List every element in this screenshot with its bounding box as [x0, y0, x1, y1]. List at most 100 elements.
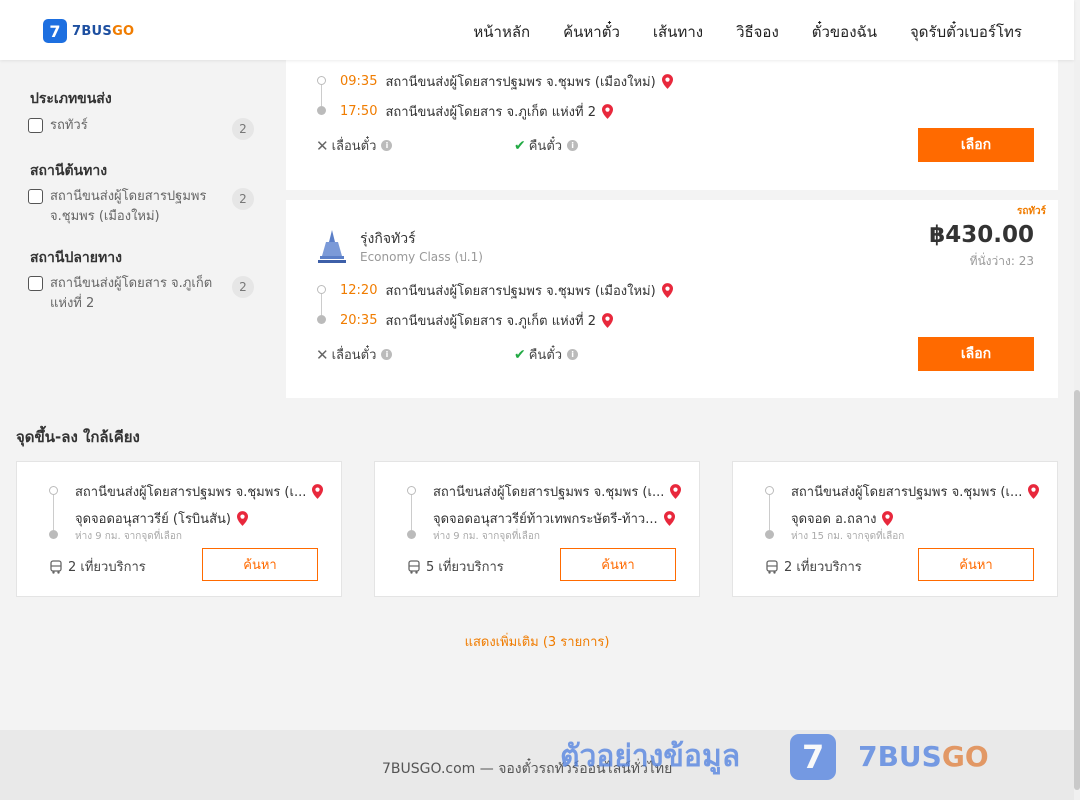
- map-pin-icon[interactable]: [882, 511, 894, 526]
- arrival-station: สถานีขนส่งผู้โดยสาร จ.ภูเก็ต แห่งที่ 2: [385, 105, 597, 120]
- timeline-end-dot: [765, 530, 774, 539]
- info-icon[interactable]: i: [381, 349, 393, 360]
- select-trip-button[interactable]: เลือก: [918, 128, 1034, 162]
- reschedule-policy: ✕ เลื่อนตั๋ว i: [316, 344, 393, 365]
- timeline-end-dot: [407, 530, 416, 539]
- checkbox[interactable]: [28, 276, 43, 291]
- arrival-time: 20:35: [340, 313, 378, 328]
- checkbox[interactable]: [28, 118, 43, 133]
- reschedule-label: เลื่อนตั๋ว: [331, 139, 377, 154]
- sample-watermark: ตัวอย่างข้อมูล 7 7BUSGO: [560, 733, 989, 780]
- map-pin-icon[interactable]: [312, 484, 324, 499]
- cross-icon: ✕: [316, 136, 329, 155]
- nav-my-tickets[interactable]: ตั๋วของฉัน: [812, 20, 877, 44]
- map-pin-icon[interactable]: [661, 74, 673, 89]
- nearby-to-row: จุดจอด อ.ถลาง: [791, 508, 894, 529]
- nearby-to-row: จุดจอดอนุสาวรีย์ (โรบินสัน): [75, 508, 248, 529]
- operator-name: รุ่งกิจทัวร์: [360, 231, 416, 247]
- nearby-to-station: จุดจอด อ.ถลาง: [791, 512, 877, 527]
- select-trip-button[interactable]: เลือก: [918, 337, 1034, 371]
- nearby-from-station: สถานีขนส่งผู้โดยสารปฐมพร จ.ชุมพร (เ...: [791, 485, 1023, 500]
- nearby-stop-card: สถานีขนส่งผู้โดยสารปฐมพร จ.ชุมพร (เ... จ…: [374, 461, 700, 597]
- main-nav: หน้าหลัก ค้นหาตั๋ว เส้นทาง วิธีจอง ตั๋วข…: [473, 20, 1022, 44]
- top-header: 7 7BUSGO หน้าหลัก ค้นหาตั๋ว เส้นทาง วิธี…: [0, 0, 1074, 60]
- map-pin-icon[interactable]: [663, 511, 675, 526]
- info-icon[interactable]: i: [567, 349, 579, 360]
- refund-label: คืนตั๋ว: [528, 348, 563, 363]
- map-pin-icon[interactable]: [602, 104, 614, 119]
- nearby-distance: ห่าง 15 กม. จากจุดที่เลือก: [791, 531, 905, 542]
- nearby-search-button[interactable]: ค้นหา: [560, 548, 676, 581]
- timeline-line: [53, 495, 54, 530]
- nav-search-ticket[interactable]: ค้นหาตั๋ว: [563, 20, 620, 44]
- departure-station: สถานีขนส่งผู้โดยสารปฐมพร จ.ชุมพร (เมืองใ…: [385, 284, 656, 299]
- nearby-stop-card: สถานีขนส่งผู้โดยสารปฐมพร จ.ชุมพร (เ... จ…: [16, 461, 342, 597]
- timeline-start-dot: [317, 285, 326, 294]
- arrival-time: 17:50: [340, 104, 378, 119]
- nav-ticket-pickup-phone[interactable]: จุดรับตั๋วเบอร์โทร: [910, 20, 1022, 44]
- filter-option-bus-type[interactable]: รถทัวร์ 2: [28, 116, 258, 140]
- timeline-line: [411, 495, 412, 530]
- nearby-trip-count: 2 เที่ยวบริการ: [765, 556, 862, 577]
- filter-title-destination: สถานีปลายทาง: [30, 250, 122, 266]
- page-scrollbar[interactable]: [1074, 60, 1080, 800]
- nav-how-to-book[interactable]: วิธีจอง: [736, 20, 779, 44]
- nearby-from-station: สถานีขนส่งผู้โดยสารปฐมพร จ.ชุมพร (เ...: [75, 485, 307, 500]
- arrival-row: 17:50 สถานีขนส่งผู้โดยสาร จ.ภูเก็ต แห่งท…: [340, 101, 614, 122]
- scroll-thumb[interactable]: [1074, 390, 1080, 790]
- filter-title-origin: สถานีต้นทาง: [30, 163, 108, 179]
- operator-logo-icon: [318, 230, 346, 263]
- trip-count-label: 2 เที่ยวบริการ: [784, 560, 862, 575]
- departure-time: 09:35: [340, 74, 378, 89]
- map-pin-icon[interactable]: [1028, 484, 1040, 499]
- nav-routes[interactable]: เส้นทาง: [653, 20, 703, 44]
- timeline-start-dot: [49, 486, 58, 495]
- timeline-end-dot: [317, 106, 326, 115]
- map-pin-icon[interactable]: [670, 484, 682, 499]
- nearby-distance: ห่าง 9 กม. จากจุดที่เลือก: [75, 531, 182, 542]
- nearby-from-row: สถานีขนส่งผู้โดยสารปฐมพร จ.ชุมพร (เ...: [791, 481, 1040, 502]
- bus-icon: [408, 559, 420, 574]
- nearby-search-button[interactable]: ค้นหา: [202, 548, 318, 581]
- timeline-line: [769, 495, 770, 530]
- map-pin-icon[interactable]: [661, 283, 673, 298]
- filter-option-label: สถานีขนส่งผู้โดยสาร จ.ภูเก็ต แห่งที่ 2: [50, 276, 213, 311]
- info-icon[interactable]: i: [381, 140, 393, 151]
- reschedule-policy: ✕ เลื่อนตั๋ว i: [316, 135, 393, 156]
- cross-icon: ✕: [316, 345, 329, 364]
- site-logo[interactable]: 7 7BUSGO: [43, 19, 134, 43]
- timeline-start-dot: [765, 486, 774, 495]
- refund-policy: ✔ คืนตั๋ว i: [514, 344, 579, 365]
- departure-row: 09:35 สถานีขนส่งผู้โดยสารปฐมพร จ.ชุมพร (…: [340, 71, 673, 92]
- timeline-line: [321, 294, 322, 315]
- refund-policy: ✔ คืนตั๋ว i: [514, 135, 579, 156]
- timeline-end-dot: [49, 530, 58, 539]
- checkbox[interactable]: [28, 189, 43, 204]
- filter-option-origin[interactable]: สถานีขนส่งผู้โดยสารปฐมพร จ.ชุมพร (เมืองใ…: [28, 187, 258, 229]
- timeline-start-dot: [317, 76, 326, 85]
- seats-available: ที่นั่งว่าง: 23: [969, 254, 1034, 268]
- nav-home[interactable]: หน้าหลัก: [473, 20, 530, 44]
- info-icon[interactable]: i: [567, 140, 579, 151]
- bus-type-tag: รถทัวร์: [1016, 206, 1046, 217]
- filter-count-badge: 2: [232, 276, 254, 298]
- show-more-link[interactable]: แสดงเพิ่มเติม (3 รายการ): [0, 631, 1074, 652]
- filter-option-destination[interactable]: สถานีขนส่งผู้โดยสาร จ.ภูเก็ต แห่งที่ 2 2: [28, 274, 258, 316]
- filter-option-label: สถานีขนส่งผู้โดยสารปฐมพร จ.ชุมพร (เมืองใ…: [50, 189, 207, 224]
- bus-icon: [50, 559, 62, 574]
- map-pin-icon[interactable]: [236, 511, 248, 526]
- nearby-trip-count: 2 เที่ยวบริการ: [49, 556, 146, 577]
- map-pin-icon[interactable]: [602, 313, 614, 328]
- timeline-line: [321, 85, 322, 106]
- watermark-text: ตัวอย่างข้อมูล: [560, 739, 741, 774]
- nearby-section-title: จุดขึ้น-ลง ใกล้เคียง: [16, 428, 140, 446]
- check-icon: ✔: [514, 137, 526, 154]
- nearby-from-row: สถานีขนส่งผู้โดยสารปฐมพร จ.ชุมพร (เ...: [433, 481, 682, 502]
- nearby-search-button[interactable]: ค้นหา: [918, 548, 1034, 581]
- timeline-end-dot: [317, 315, 326, 324]
- nearby-from-row: สถานีขนส่งผู้โดยสารปฐมพร จ.ชุมพร (เ...: [75, 481, 324, 502]
- filter-option-label: รถทัวร์: [50, 118, 88, 133]
- timeline-start-dot: [407, 486, 416, 495]
- nearby-stop-card: สถานีขนส่งผู้โดยสารปฐมพร จ.ชุมพร (เ... จ…: [732, 461, 1058, 597]
- nearby-to-station: จุดจอดอนุสาวรีย์ท้าวเทพกระษัตรี-ท้าว...: [433, 512, 658, 527]
